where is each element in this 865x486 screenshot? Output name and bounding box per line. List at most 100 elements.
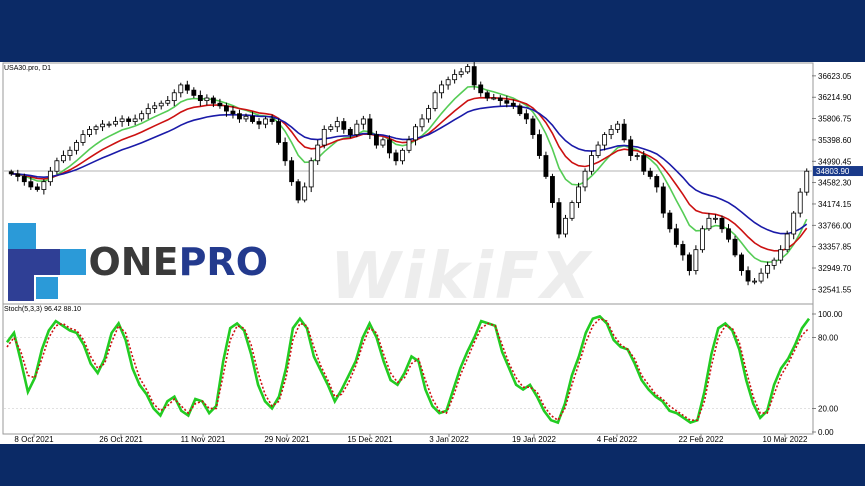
candle (699, 225, 705, 253)
logo-square-bottom (36, 277, 58, 299)
onepro-logo-mark (6, 223, 86, 301)
candle (550, 173, 555, 208)
time-tick-label: 10 Mar 2022 (763, 435, 808, 444)
candle (693, 245, 699, 275)
bull-candle-body (458, 71, 464, 75)
price-axis: 36623.05 36214.90 35806.75 35398.60 34990.45… (812, 72, 852, 294)
bear-candle-body (387, 139, 392, 154)
bull-candle-body (74, 142, 79, 151)
bull-candle-body (308, 160, 314, 188)
bull-candle-body (113, 121, 119, 125)
bull-candle-body (139, 113, 145, 120)
bear-candle-body (282, 142, 288, 162)
bear-candle-body (530, 118, 536, 136)
instrument-label: USA30.pro, D1 (4, 65, 51, 72)
stoch-tick-label: 80.00 (818, 334, 839, 343)
time-tick-label: 29 Nov 2021 (264, 435, 310, 444)
bull-candle-body (713, 217, 718, 220)
bull-candle-body (563, 217, 568, 235)
bull-candle-body (426, 108, 431, 120)
bull-candle-body (791, 212, 797, 235)
bull-candle-body (771, 259, 777, 266)
bear-candle-body (523, 113, 529, 120)
bull-candle-body (243, 115, 249, 120)
bull-candle-body (41, 181, 47, 190)
bear-candle-body (732, 238, 738, 256)
bull-candle-body (569, 202, 575, 219)
bear-candle-body (237, 113, 242, 120)
bull-candle-body (67, 149, 73, 156)
candle (797, 188, 803, 218)
bear-candle-body (210, 97, 216, 104)
bull-candle-body (119, 118, 125, 122)
bear-candle-body (667, 212, 673, 230)
bear-candle-body (660, 186, 666, 214)
price-tick-label: 32949.70 (818, 264, 852, 273)
bull-candle-body (589, 155, 594, 172)
bull-candle-body (400, 149, 405, 162)
candle (308, 157, 314, 193)
stoch-tick-label: 20.00 (818, 404, 839, 413)
bear-candle-body (719, 217, 725, 230)
bull-candle-body (615, 123, 621, 130)
bear-candle-body (654, 176, 660, 188)
stoch-label: Stoch(5,3,3) 96.42 88.10 (4, 306, 81, 313)
bull-candle-body (804, 170, 810, 193)
bear-candle-body (276, 121, 282, 143)
price-tick-label: 34990.45 (818, 157, 852, 166)
bull-candle-body (61, 155, 66, 162)
time-tick-label: 26 Oct 2021 (99, 435, 143, 444)
bear-candle-body (726, 228, 731, 240)
bull-candle-body (784, 233, 790, 251)
bear-candle-body (367, 118, 373, 136)
price-tick-label: 34174.15 (818, 200, 852, 209)
bear-candle-body (15, 173, 21, 177)
candle (295, 179, 301, 204)
bull-candle-body (47, 170, 53, 183)
bear-candle-body (497, 97, 503, 102)
bear-candle-body (191, 89, 197, 96)
bull-candle-body (334, 121, 340, 128)
bear-candle-body (556, 202, 562, 235)
onepro-logo: ONEPRO (6, 222, 268, 302)
bear-candle-body (536, 134, 542, 156)
bear-candle-body (184, 84, 190, 91)
bear-candle-body (8, 171, 14, 175)
candle (556, 198, 562, 239)
bull-candle-body (328, 126, 334, 130)
candle (784, 230, 790, 253)
bull-candle-body (106, 123, 112, 126)
time-tick-label: 11 Nov 2021 (181, 435, 226, 444)
bull-candle-body (413, 126, 418, 141)
bull-candle-body (634, 155, 640, 157)
logo-block-dark-bottom (8, 275, 34, 301)
bull-candle-body (132, 118, 138, 122)
bear-candle-body (621, 123, 627, 141)
bull-candle-body (315, 144, 321, 162)
candle (569, 200, 575, 221)
bear-candle-body (510, 102, 516, 107)
bull-candle-body (491, 97, 497, 100)
bear-candle-body (739, 254, 744, 272)
candle (289, 157, 295, 186)
bull-candle-body (706, 217, 712, 230)
bull-candle-body (158, 102, 164, 107)
bull-candle-body (145, 108, 151, 115)
bull-candle-body (595, 144, 601, 156)
bull-candle-body (93, 126, 99, 130)
bull-candle-body (406, 139, 412, 151)
bull-candle-body (178, 84, 184, 94)
logo-text-one: ONE (88, 240, 179, 284)
bear-candle-body (341, 121, 347, 130)
stoch-tick-label: 100.00 (818, 310, 843, 319)
bull-candle-body (765, 264, 771, 274)
time-tick-label: 8 Oct 2021 (14, 435, 54, 444)
logo-square-right (60, 249, 86, 275)
bear-candle-body (504, 100, 510, 104)
bear-candle-body (217, 102, 223, 107)
bull-candle-body (432, 92, 438, 109)
bull-candle-body (699, 228, 705, 251)
time-tick-label: 4 Feb 2022 (597, 435, 638, 444)
bull-candle-body (797, 191, 803, 214)
time-tick-label: 15 Dec 2021 (347, 435, 393, 444)
